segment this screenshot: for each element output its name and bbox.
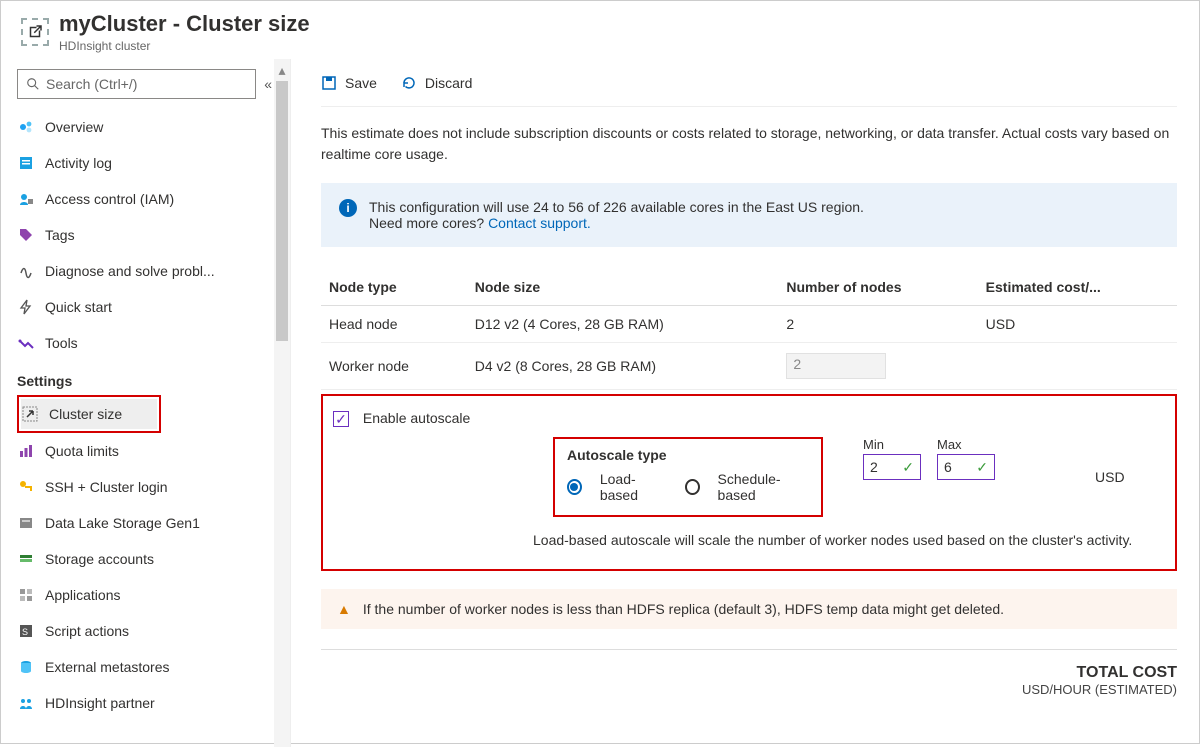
warning-text: If the number of worker nodes is less th… [363, 601, 1004, 617]
total-cost-sub: USD/HOUR (ESTIMATED) [321, 682, 1177, 697]
nav-quota[interactable]: Quota limits [17, 433, 274, 469]
discard-icon [401, 75, 417, 91]
settings-header: Settings [17, 373, 274, 389]
page-header: myCluster - Cluster size HDInsight clust… [1, 1, 1199, 59]
discard-button[interactable]: Discard [401, 75, 472, 91]
overview-icon [17, 119, 35, 135]
apps-icon [17, 587, 35, 603]
command-bar: Save Discard [321, 59, 1177, 107]
nav-partner[interactable]: HDInsight partner [17, 685, 274, 721]
save-button[interactable]: Save [321, 75, 377, 91]
sidebar-scrollbar[interactable]: ▴ [274, 59, 290, 747]
info-text: This configuration will use 24 to 56 of … [369, 199, 864, 215]
tags-icon [17, 227, 35, 243]
contact-support-link[interactable]: Contact support. [488, 215, 591, 231]
log-icon [17, 155, 35, 171]
search-input[interactable]: Search (Ctrl+/) [17, 69, 256, 99]
script-icon: S [17, 623, 35, 639]
nav-activity-log[interactable]: Activity log [17, 145, 274, 181]
highlight-autoscale-type: Autoscale type Load-based Schedule-based [553, 437, 823, 517]
nav-metastores[interactable]: External metastores [17, 649, 274, 685]
nav-diagnose[interactable]: Diagnose and solve probl... [17, 253, 274, 289]
worker-count-input: 2 [786, 353, 886, 379]
info-callout: i This configuration will use 24 to 56 o… [321, 183, 1177, 247]
scroll-thumb[interactable] [276, 81, 288, 341]
bolt-icon [17, 299, 35, 315]
db-icon [17, 659, 35, 675]
autoscale-type-label: Autoscale type [567, 447, 809, 463]
nav-access-control[interactable]: Access control (IAM) [17, 181, 274, 217]
col-node-size: Node size [467, 269, 779, 306]
nodes-table: Node type Node size Number of nodes Esti… [321, 269, 1177, 390]
col-node-count: Number of nodes [778, 269, 977, 306]
key-icon [17, 479, 35, 495]
warning-callout: ▲ If the number of worker nodes is less … [321, 589, 1177, 629]
max-input[interactable]: 6✓ [937, 454, 995, 480]
save-icon [321, 75, 337, 91]
partner-icon [17, 695, 35, 711]
enable-autoscale-label: Enable autoscale [363, 410, 470, 426]
radio-load-based[interactable] [567, 479, 582, 495]
min-input[interactable]: 2✓ [863, 454, 921, 480]
quota-icon [17, 443, 35, 459]
nav-cluster-size[interactable]: Cluster size [21, 399, 157, 429]
tools-icon [17, 335, 35, 351]
nav-ssh[interactable]: SSH + Cluster login [17, 469, 274, 505]
nav-datalake[interactable]: Data Lake Storage Gen1 [17, 505, 274, 541]
svg-text:S: S [22, 627, 28, 637]
nav-tags[interactable]: Tags [17, 217, 274, 253]
totals: TOTAL COST USD/HOUR (ESTIMATED) [321, 664, 1177, 697]
nav-script-actions[interactable]: SScript actions [17, 613, 274, 649]
table-row: Head node D12 v2 (4 Cores, 28 GB RAM) 2 … [321, 306, 1177, 343]
enable-autoscale-checkbox[interactable]: ✓ [333, 411, 349, 427]
table-row: Worker node D4 v2 (8 Cores, 28 GB RAM) 2 [321, 343, 1177, 390]
min-label: Min [863, 437, 921, 452]
check-icon: ✓ [976, 459, 988, 476]
nav-general: Overview Activity log Access control (IA… [17, 109, 290, 721]
diagnose-icon [17, 263, 35, 279]
nav-storage[interactable]: Storage accounts [17, 541, 274, 577]
nav-applications[interactable]: Applications [17, 577, 274, 613]
cost-description: This estimate does not include subscript… [321, 123, 1177, 165]
max-label: Max [937, 437, 995, 452]
cluster-size-icon [21, 406, 39, 422]
iam-icon [17, 191, 35, 207]
storage-icon [17, 551, 35, 567]
nav-tools[interactable]: Tools [17, 325, 274, 361]
info-icon: i [339, 199, 357, 217]
scroll-up-icon[interactable]: ▴ [274, 59, 290, 81]
col-node-type: Node type [321, 269, 467, 306]
datalake-icon [17, 515, 35, 531]
highlight-autoscale: ✓ Enable autoscale Autoscale type Load-b… [321, 394, 1177, 571]
search-icon [26, 77, 40, 91]
nav-quickstart[interactable]: Quick start [17, 289, 274, 325]
sidebar: Search (Ctrl+/) « Overview Activity log … [1, 59, 291, 747]
page-subtitle: HDInsight cluster [59, 39, 310, 53]
nav-overview[interactable]: Overview [17, 109, 274, 145]
radio-schedule-based[interactable] [685, 479, 700, 495]
divider [321, 649, 1177, 650]
main-content: Save Discard This estimate does not incl… [291, 59, 1199, 747]
total-cost-label: TOTAL COST [321, 664, 1177, 682]
warning-icon: ▲ [337, 601, 351, 617]
check-icon: ✓ [902, 459, 914, 476]
autoscale-description: Load-based autoscale will scale the numb… [533, 531, 1165, 551]
page-title: myCluster - Cluster size [59, 11, 310, 37]
collapse-sidebar[interactable]: « [264, 76, 272, 92]
highlight-cluster-size: Cluster size [17, 395, 161, 433]
col-estimated-cost: Estimated cost/... [978, 269, 1177, 306]
resource-icon [21, 18, 49, 46]
autoscale-cost: USD [1095, 469, 1125, 485]
